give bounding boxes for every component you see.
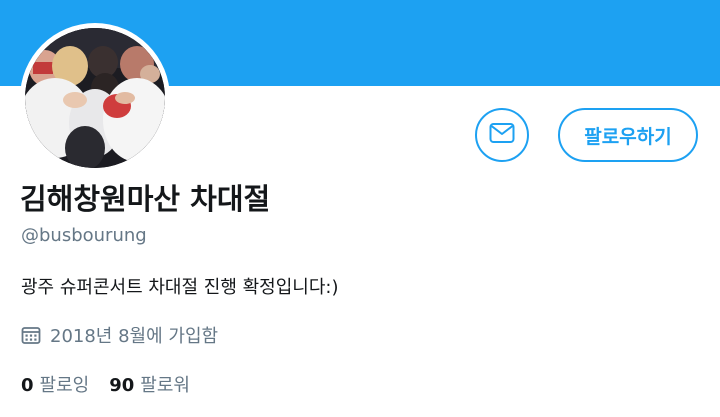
user-handle: @busbourung xyxy=(21,225,147,246)
display-name: 김해창원마산 차대절 xyxy=(20,182,271,216)
calendar-icon xyxy=(21,325,41,345)
joined-date-text: 2018년 8월에 가입함 xyxy=(50,326,219,347)
joined-date: 2018년 8월에 가입함 xyxy=(21,322,218,348)
envelope-icon xyxy=(489,122,515,148)
followers-link[interactable]: 90 팔로워 xyxy=(109,371,190,397)
avatar-photo xyxy=(25,28,165,168)
profile-stats: 0 팔로잉 90 팔로워 xyxy=(21,371,210,397)
profile-avatar[interactable] xyxy=(20,23,170,173)
message-button[interactable] xyxy=(475,108,529,162)
profile-bio: 광주 슈퍼콘서트 차대절 진행 확정입니다:) xyxy=(21,277,339,298)
following-link[interactable]: 0 팔로잉 xyxy=(21,371,89,397)
followers-label: 팔로워 xyxy=(140,375,190,396)
follow-button[interactable]: 팔로우하기 xyxy=(558,108,698,162)
followers-count: 90 xyxy=(109,375,135,396)
follow-button-label: 팔로우하기 xyxy=(584,125,672,148)
following-label: 팔로잉 xyxy=(39,375,90,396)
following-count: 0 xyxy=(21,375,34,396)
